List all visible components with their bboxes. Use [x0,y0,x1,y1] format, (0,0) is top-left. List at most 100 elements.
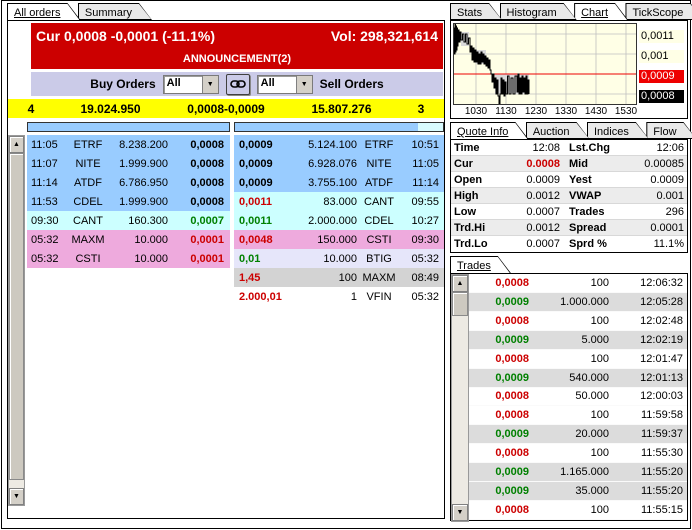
trade-qty: 540.000 [529,372,609,384]
scroll-down-button[interactable]: ▼ [9,488,24,505]
x-tick-label: 1430 [583,106,609,117]
trade-row[interactable]: 0,0008 100 12:01:47 [469,350,687,369]
trade-row[interactable]: 0,0009 540.000 12:01:13 [469,369,687,388]
tab-tickscope[interactable]: TickScope [625,3,692,20]
buy-order-row[interactable]: 09:30 CANT 160.300 0,0007 [27,211,230,230]
trade-row[interactable]: 0,0009 20.000 11:59:37 [469,425,687,444]
total-sell-volume: 15.807.276 [285,102,398,116]
x-tick-label: 1130 [493,106,519,117]
trade-row[interactable]: 0,0008 100 11:55:30 [469,444,687,463]
order-mm: CSTI [67,253,109,265]
scroll-up-button[interactable]: ▲ [452,275,468,292]
trade-time: 12:01:13 [609,372,687,384]
tab-all-orders[interactable]: All orders [7,3,80,20]
trade-row[interactable]: 0,0008 100 11:55:15 [469,501,687,520]
x-tick-label: 1530 [613,106,639,117]
trades-scrollbar[interactable]: ▲ ▼ [451,274,469,522]
chevron-down-icon[interactable]: ▼ [296,76,312,93]
order-time: 05:32 [27,253,67,265]
sell-order-row[interactable]: 0,0009 5.124.100 ETRF 10:51 [234,135,444,154]
order-mm: NITE [357,158,401,170]
scrollbar-thumb[interactable] [452,292,468,316]
tab-label: Quote Info [450,124,528,138]
trade-row[interactable]: 0,0009 1.165.000 11:55:20 [469,463,687,482]
sell-order-row[interactable]: 0,0009 6.928.076 NITE 11:05 [234,154,444,173]
buy-order-row[interactable]: 05:32 MAXM 10.000 0,0001 [27,230,230,249]
order-price: 0,0009 [234,158,297,170]
quote-value: 0.0007 [498,206,560,218]
trade-row[interactable]: 0,0009 1.000.000 12:05:28 [469,293,687,312]
left-tab-bar: All orders Summary [7,3,445,21]
tab-label: All orders [7,5,80,19]
buy-filter-select[interactable]: All ▼ [163,75,219,94]
quote-tab-bar: Quote Info Auction Indices Flow [450,122,688,140]
trade-row[interactable]: 0,0009 35.000 11:55:20 [469,482,687,501]
scrollbar-thumb[interactable] [9,153,24,480]
trade-price: 0,0008 [469,353,529,365]
tab-chart[interactable]: Chart [574,3,628,20]
trade-row[interactable]: 0,0008 100 12:02:48 [469,312,687,331]
tab-histogram[interactable]: Histogram [500,3,577,20]
sell-order-row[interactable]: 1,45 100 MAXM 08:49 [234,268,444,287]
tab-auction[interactable]: Auction [526,122,590,139]
scroll-down-button[interactable]: ▼ [452,504,468,521]
trade-time: 12:06:32 [609,277,687,289]
trade-price: 0,0009 [469,372,529,384]
order-mm: CANT [67,215,109,227]
link-filters-button[interactable] [226,74,250,95]
chart-y-axis: 0,0011 0,001 0,0009 0,0008 [637,23,685,116]
order-price: 0,0001 [168,234,230,246]
buy-order-row[interactable]: 05:32 CSTI 10.000 0,0001 [27,249,230,268]
quote-label: Spread [560,222,625,234]
trade-row[interactable]: 0,0008 50.000 12:00:03 [469,388,687,407]
trade-row[interactable]: 0,0008 100 11:59:58 [469,406,687,425]
tab-indices[interactable]: Indices [587,122,649,139]
tab-label: Summary [78,5,152,19]
tab-quote-info[interactable]: Quote Info [450,122,528,139]
quote-value: 0.0012 [498,222,560,234]
sell-order-row[interactable]: 2.000,01 1 VFIN 05:32 [234,287,444,306]
sell-order-row[interactable]: 0,0048 150.000 CSTI 09:30 [234,230,444,249]
trade-row[interactable]: 0,0008 100 12:06:32 [469,274,687,293]
order-qty: 160.300 [109,215,168,227]
tab-stats[interactable]: Stats [450,3,502,20]
tab-label: Chart [574,5,628,19]
quote-label: Time [451,142,498,154]
sell-order-row[interactable]: 0,0009 3.755.100 ATDF 11:14 [234,173,444,192]
buy-order-row[interactable]: 11:53 CDEL 1.999.900 0,0008 [27,192,230,211]
quote-row: Cur 0.0008 Mid 0.00085 [451,156,687,172]
sell-order-row[interactable]: 0,0011 83.000 CANT 09:55 [234,192,444,211]
order-price: 1,45 [234,272,297,284]
buy-depth-bar [27,122,230,132]
intraday-chart-panel: 103011301230133014301530 0,0011 0,001 0,… [450,20,688,119]
buy-order-row[interactable]: 11:14 ATDF 6.786.950 0,0008 [27,173,230,192]
buy-order-row[interactable]: 11:05 ETRF 8.238.200 0,0008 [27,135,230,154]
scrollbar-track[interactable] [452,316,468,504]
trade-row[interactable]: 0,0009 5.000 12:02:19 [469,331,687,350]
sell-order-row[interactable]: 0,01 10.000 BTIG 05:32 [234,249,444,268]
sell-filter-select[interactable]: All ▼ [257,75,313,94]
order-filter-bar: Buy Orders All ▼ All ▼ Sell Orders [31,72,443,96]
trade-price: 0,0008 [469,390,529,402]
sell-order-row[interactable]: 0,0011 2.000.000 CDEL 10:27 [234,211,444,230]
quote-label: Trd.Hi [451,222,498,234]
tab-flow[interactable]: Flow [646,122,692,139]
orders-scrollbar[interactable]: ▲ ▼ [8,135,25,506]
y-tick-label: 0,0011 [639,30,684,43]
tab-trades[interactable]: Trades [450,256,511,273]
chevron-down-icon[interactable]: ▼ [202,76,218,93]
trade-qty: 20.000 [529,428,609,440]
quote-row: High 0.0012 VWAP 0.001 [451,188,687,204]
trade-price: 0,0008 [469,447,529,459]
quote-value: 0.0007 [498,238,560,250]
order-time: 11:05 [401,158,444,170]
scroll-up-button[interactable]: ▲ [9,136,24,153]
trade-time: 11:55:15 [609,504,687,516]
book-summary-row: 4 19.024.950 0,0008-0,0009 15.807.276 3 [8,99,444,118]
trade-time: 12:02:19 [609,334,687,346]
tab-label: Histogram [500,5,577,19]
announcement-link[interactable]: ANNOUNCEMENT(2) [183,53,291,65]
tab-summary[interactable]: Summary [78,3,152,20]
scrollbar-track[interactable] [9,480,24,488]
buy-order-row[interactable]: 11:07 NITE 1.999.900 0,0008 [27,154,230,173]
